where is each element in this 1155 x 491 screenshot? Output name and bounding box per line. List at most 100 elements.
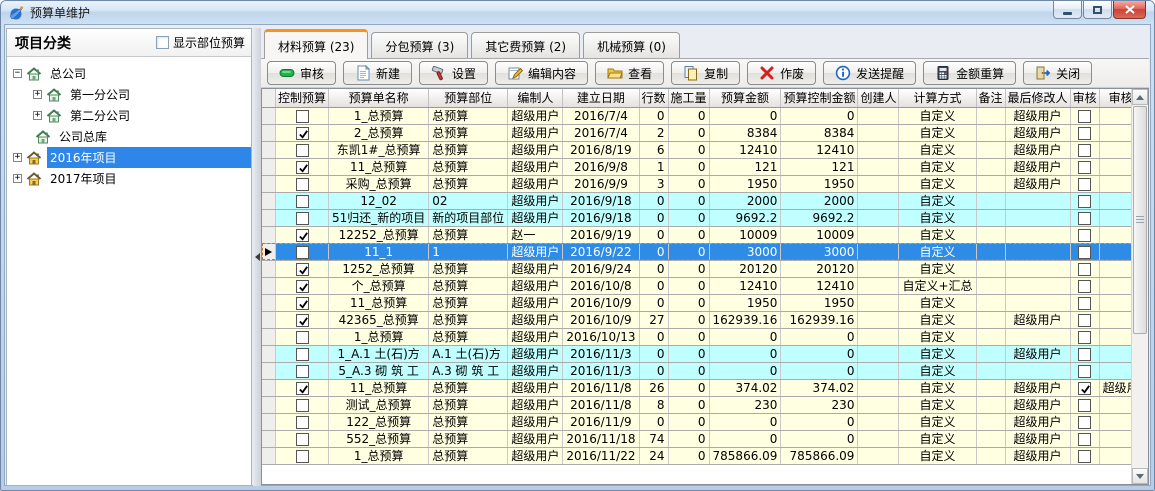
ctrl-checkbox[interactable]	[296, 314, 309, 327]
table-row[interactable]: 1_A.1 土(石)方A.1 土(石)方超级用户2016/11/30000自定义…	[262, 345, 1149, 362]
table-row[interactable]: 122_总预算总预算超级用户2016/11/90000自定义超级用户	[262, 413, 1149, 430]
col-header-audit[interactable]: 审核	[1070, 89, 1099, 107]
col-header-date[interactable]: 建立日期	[563, 89, 639, 107]
audit-checkbox[interactable]	[1078, 450, 1091, 463]
table-row[interactable]: 11_总预算总预算超级用户2016/10/90019501950自定义	[262, 294, 1149, 311]
row-selector[interactable]	[262, 124, 276, 141]
audit-checkbox[interactable]	[1078, 280, 1091, 293]
row-selector[interactable]	[262, 447, 276, 464]
minus-expander-icon[interactable]: −	[13, 69, 22, 78]
col-header-camount[interactable]: 预算控制金额	[781, 89, 858, 107]
audit-checkbox[interactable]	[1078, 212, 1091, 225]
table-row[interactable]: 12252_总预算总预算赵一2016/9/19001000910009自定义	[262, 226, 1149, 243]
row-selector[interactable]	[262, 192, 276, 209]
audit-checkbox[interactable]	[1078, 331, 1091, 344]
copy-button[interactable]: 复制	[671, 61, 740, 85]
audit-checkbox[interactable]	[1078, 144, 1091, 157]
table-row[interactable]: 5_A.3 砌 筑 工A.3 砌 筑 工超级用户2016/11/30000自定义	[262, 362, 1149, 379]
scroll-up-button[interactable]	[1132, 89, 1148, 105]
tab-material-budget[interactable]: 材料预算 (23)	[264, 29, 368, 59]
tab-machinery-budget[interactable]: 机械预算 (0)	[583, 32, 680, 58]
settings-button[interactable]: 设置	[419, 61, 488, 85]
ctrl-checkbox[interactable]	[296, 212, 309, 225]
row-selector[interactable]	[262, 107, 276, 124]
tree-item-head-office[interactable]: −总公司	[7, 63, 251, 84]
ctrl-checkbox[interactable]	[296, 229, 309, 242]
col-header-remark[interactable]: 备注	[976, 89, 1005, 107]
ctrl-checkbox[interactable]	[296, 246, 309, 259]
audit-checkbox[interactable]	[1078, 246, 1091, 259]
ctrl-checkbox[interactable]	[296, 348, 309, 361]
ctrl-checkbox[interactable]	[296, 365, 309, 378]
table-row[interactable]: 1_总预算总预算超级用户2016/10/130000自定义	[262, 328, 1149, 345]
audit-checkbox[interactable]	[1078, 127, 1091, 140]
tab-subcontract-budget[interactable]: 分包预算 (3)	[371, 32, 468, 58]
ctrl-checkbox[interactable]	[296, 450, 309, 463]
row-selector[interactable]	[262, 277, 276, 294]
audit-checkbox[interactable]	[1078, 416, 1091, 429]
audit-checkbox[interactable]	[1078, 229, 1091, 242]
plus-expander-icon[interactable]: +	[33, 90, 42, 99]
row-selector[interactable]	[262, 328, 276, 345]
audit-checkbox[interactable]	[1078, 110, 1091, 123]
row-selector[interactable]	[262, 311, 276, 328]
plus-expander-icon[interactable]: +	[13, 153, 22, 162]
row-selector[interactable]	[262, 345, 276, 362]
row-selector[interactable]	[262, 413, 276, 430]
table-row[interactable]: 552_总预算总预算超级用户2016/11/1874000自定义超级用户	[262, 430, 1149, 447]
plus-expander-icon[interactable]: +	[33, 111, 42, 120]
audit-button[interactable]: 审核	[267, 61, 336, 85]
table-row[interactable]: 12_0202超级用户2016/9/180020002000自定义	[262, 192, 1149, 209]
row-selector[interactable]	[262, 141, 276, 158]
plus-expander-icon[interactable]: +	[13, 174, 22, 183]
scroll-down-button[interactable]	[1132, 468, 1148, 484]
row-selector[interactable]	[262, 226, 276, 243]
ctrl-checkbox[interactable]	[296, 416, 309, 429]
row-selector[interactable]	[262, 430, 276, 447]
ctrl-checkbox[interactable]	[296, 382, 309, 395]
audit-checkbox[interactable]	[1078, 382, 1091, 395]
table-row[interactable]: 11_11超级用户2016/9/220030003000自定义	[262, 243, 1149, 260]
audit-checkbox[interactable]	[1078, 399, 1091, 412]
audit-checkbox[interactable]	[1078, 314, 1091, 327]
ctrl-checkbox[interactable]	[296, 178, 309, 191]
ctrl-checkbox[interactable]	[296, 144, 309, 157]
col-header-amount[interactable]: 预算金额	[709, 89, 781, 107]
table-row[interactable]: 测试_总预算总预算超级用户2016/11/880230230自定义超级用户	[262, 396, 1149, 413]
col-header-ctrl[interactable]: 控制预算	[276, 89, 329, 107]
col-header-author[interactable]: 编制人	[508, 89, 563, 107]
row-selector[interactable]	[262, 175, 276, 192]
minimize-button[interactable]	[1053, 1, 1082, 19]
table-row[interactable]: 1_总预算总预算超级用户2016/11/22240785866.09785866…	[262, 447, 1149, 464]
table-row[interactable]: 采购_总预算总预算超级用户2016/9/93019501950自定义超级用户	[262, 175, 1149, 192]
table-row[interactable]: 1252_总预算总预算超级用户2016/9/24002012020120自定义	[262, 260, 1149, 277]
audit-checkbox[interactable]	[1078, 161, 1091, 174]
send-reminder-button[interactable]: 发送提醒	[823, 61, 916, 85]
row-selector[interactable]	[262, 209, 276, 226]
edit-content-button[interactable]: 编辑内容	[495, 61, 588, 85]
row-selector[interactable]	[262, 294, 276, 311]
ctrl-checkbox[interactable]	[296, 399, 309, 412]
col-header-creator[interactable]: 创建人	[858, 89, 899, 107]
audit-checkbox[interactable]	[1078, 365, 1091, 378]
void-button[interactable]: 作废	[747, 61, 816, 85]
tree-item-branch-1[interactable]: +第一分公司	[7, 84, 251, 105]
vertical-scrollbar[interactable]	[1131, 89, 1148, 484]
maximize-button[interactable]	[1083, 1, 1112, 19]
col-header-calc[interactable]: 计算方式	[899, 89, 976, 107]
audit-checkbox[interactable]	[1078, 348, 1091, 361]
audit-checkbox[interactable]	[1078, 433, 1091, 446]
col-header-qty[interactable]: 施工量	[668, 89, 709, 107]
col-header-name[interactable]: 预算单名称	[329, 89, 429, 107]
panel-splitter[interactable]	[253, 28, 261, 486]
new-button[interactable]: 新建	[343, 61, 412, 85]
ctrl-checkbox[interactable]	[296, 195, 309, 208]
scrollbar-thumb[interactable]	[1133, 106, 1147, 334]
table-row[interactable]: 1_总预算总预算超级用户2016/7/40000自定义超级用户	[262, 107, 1149, 124]
table-row[interactable]: 11_总预算总预算超级用户2016/9/810121121自定义超级用户	[262, 158, 1149, 175]
tab-other-fee-budget[interactable]: 其它费预算 (2)	[471, 32, 580, 58]
table-row[interactable]: 个_总预算总预算超级用户2016/10/8001241012410自定义+汇总	[262, 277, 1149, 294]
ctrl-checkbox[interactable]	[296, 331, 309, 344]
table-row[interactable]: 东凯1#_总预算总预算超级用户2016/8/19601241012410自定义超…	[262, 141, 1149, 158]
table-row[interactable]: 51归还_新的项目新的项目部位超级用户2016/9/18009692.29692…	[262, 209, 1149, 226]
